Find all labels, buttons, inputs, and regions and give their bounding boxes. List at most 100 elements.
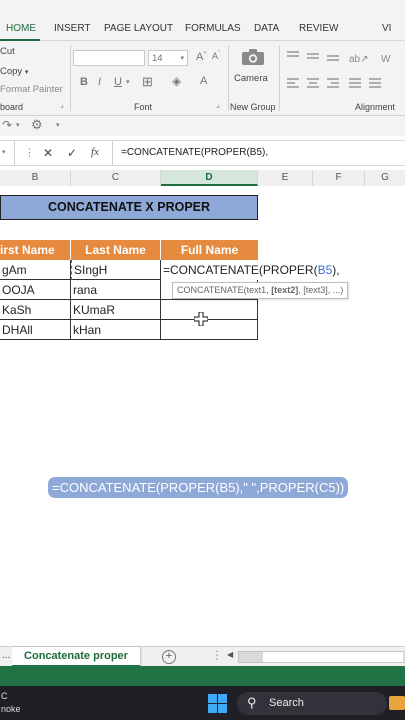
windows-taskbar: C noke ⚲ Search xyxy=(0,686,405,720)
tab-home[interactable]: HOME xyxy=(6,23,36,34)
column-header-g[interactable]: G xyxy=(365,170,405,186)
column-header-c[interactable]: C xyxy=(71,170,161,186)
formula-text-suffix: ), xyxy=(332,263,340,277)
worksheet-grid[interactable]: CONCATENATE X PROPER irst Name Last Name… xyxy=(0,186,405,646)
cell-cursor-icon xyxy=(193,311,209,327)
group-separator xyxy=(279,45,280,111)
tooltip-func: CONCATENATE(text1, xyxy=(177,285,272,295)
sheet-title-banner[interactable]: CONCATENATE X PROPER xyxy=(0,195,258,220)
function-argument-tooltip: CONCATENATE(text1, [text2], [text3], ...… xyxy=(172,282,349,299)
tab-formulas[interactable]: FORMULAS xyxy=(185,23,241,34)
copy-button[interactable]: Copy ▾ xyxy=(0,66,28,77)
taskbar-left-text-2: noke xyxy=(1,704,21,714)
column-header-b[interactable]: B xyxy=(0,170,71,186)
status-bar xyxy=(0,666,405,686)
tab-scroll-separator-icon: ⋮ xyxy=(211,648,223,662)
gear-icon[interactable]: ⚙ xyxy=(31,117,43,133)
tab-review[interactable]: REVIEW xyxy=(299,23,338,34)
formula-text-ref: B5 xyxy=(317,263,333,277)
sheet-tab-concatenate-proper[interactable]: Concatenate proper xyxy=(12,647,140,667)
header-last-name[interactable]: Last Name xyxy=(71,240,161,260)
copy-label: Copy xyxy=(0,66,23,77)
horizontal-scrollbar[interactable] xyxy=(238,651,405,663)
cell-first-name[interactable]: OOJA xyxy=(0,280,71,300)
font-size-value: 14 xyxy=(152,53,163,64)
column-header-d[interactable]: D xyxy=(161,170,258,186)
taskbar-app-icon[interactable] xyxy=(389,696,405,710)
format-painter-button[interactable]: Format Painter xyxy=(0,84,63,95)
grow-font-button[interactable]: A^ xyxy=(196,51,206,63)
tab-page-layout[interactable]: PAGE LAYOUT xyxy=(104,23,173,34)
insert-function-icon[interactable]: fx xyxy=(91,146,99,158)
cell-last-name[interactable]: SIngH xyxy=(71,260,161,280)
shrink-font-button[interactable]: Aˇ xyxy=(212,51,220,61)
windows-start-icon[interactable] xyxy=(208,694,227,713)
redo-icon[interactable]: ↷ xyxy=(2,118,12,132)
taskbar-search-box[interactable]: ⚲ Search xyxy=(237,692,387,715)
cell-first-name[interactable]: DHAll xyxy=(0,320,71,340)
tab-insert[interactable]: INSERT xyxy=(54,23,91,34)
more-sheets-button[interactable]: ... xyxy=(2,650,10,661)
alignment-buttons: ab↗ W xyxy=(285,49,400,97)
camera-icon[interactable] xyxy=(241,48,265,66)
tooltip-rest: , [text3], ...) xyxy=(298,285,344,295)
camera-button[interactable]: Camera xyxy=(234,73,268,84)
name-box[interactable]: ▾ xyxy=(0,141,15,165)
taskbar-left-text-1: C xyxy=(1,691,8,701)
cell-last-name[interactable]: KUmaR xyxy=(71,300,161,320)
formula-highlight-label: =CONCATENATE(PROPER(B5)," ",PROPER(C5)) xyxy=(48,477,349,498)
dialog-launcher-icon[interactable]: ⌟ xyxy=(216,100,220,109)
cell-full-name[interactable] xyxy=(161,300,258,320)
font-size-combo[interactable]: 14 ▾ xyxy=(148,50,188,66)
enter-icon[interactable]: ✓ xyxy=(67,146,77,160)
tab-view[interactable]: VI xyxy=(382,23,391,34)
fill-color-icon[interactable]: ◈ xyxy=(172,74,181,88)
cell-first-name[interactable]: gAm xyxy=(0,260,71,280)
dialog-launcher-icon[interactable]: ⌟ xyxy=(60,100,64,109)
new-group-label: New Group xyxy=(230,102,276,112)
underline-button[interactable]: U xyxy=(114,76,122,88)
ribbon-body: Cut Copy ▾ Format Painter board ⌟ 14 ▾ A^… xyxy=(0,41,405,116)
tab-data[interactable]: DATA xyxy=(254,23,279,34)
font-group-label: Font xyxy=(134,102,153,112)
italic-button[interactable]: I xyxy=(98,76,101,88)
header-full-name[interactable]: Full Name xyxy=(161,240,258,260)
chevron-down-icon: ▾ xyxy=(2,149,6,156)
chevron-down-icon[interactable]: ▾ xyxy=(16,121,20,129)
cell-editing-formula[interactable]: =CONCATENATE(PROPER(B5), xyxy=(161,260,340,280)
add-sheet-button[interactable]: + xyxy=(162,650,176,664)
cell-last-name[interactable]: rana xyxy=(71,280,161,300)
cut-button[interactable]: Cut xyxy=(0,46,15,57)
scroll-left-icon[interactable]: ◀ xyxy=(227,650,233,659)
window-top-strip xyxy=(0,0,405,20)
chevron-down-icon: ▾ xyxy=(24,69,29,76)
font-name-combo[interactable] xyxy=(73,50,145,66)
cell-full-name[interactable] xyxy=(161,320,258,340)
formula-bar: ▾ ⋮ ✕ ✓ fx =CONCATENATE(PROPER(B5), xyxy=(0,140,405,166)
chevron-down-icon[interactable]: ▾ xyxy=(56,121,60,129)
tooltip-active-arg: [text2] xyxy=(271,285,299,295)
clipboard-group-label: board xyxy=(0,102,24,112)
sheet-tab-label: Concatenate proper xyxy=(24,650,128,662)
header-first-name[interactable]: irst Name xyxy=(0,240,71,260)
cancel-icon[interactable]: ✕ xyxy=(43,146,53,160)
formula-input[interactable]: =CONCATENATE(PROPER(B5), xyxy=(112,141,405,165)
group-separator xyxy=(70,45,71,111)
column-header-e[interactable]: E xyxy=(258,170,313,186)
cell-last-name[interactable]: kHan xyxy=(71,320,161,340)
chevron-down-icon: ▾ xyxy=(180,55,184,62)
sheet-tabs-bar: ... Concatenate proper + ⋮ ◀ xyxy=(0,646,405,667)
group-separator xyxy=(228,45,229,111)
chevron-down-icon[interactable]: ▾ xyxy=(126,78,130,86)
bold-button[interactable]: B xyxy=(80,76,88,88)
alignment-group-label: Alignment xyxy=(355,102,396,112)
search-icon: ⚲ xyxy=(247,695,257,710)
column-headers: B C D E F G xyxy=(0,170,405,187)
borders-icon[interactable]: ⊞ xyxy=(142,74,153,90)
font-color-icon[interactable]: A xyxy=(200,75,207,87)
cell-first-name[interactable]: KaSh xyxy=(0,300,71,320)
ribbon-tabs: HOME INSERT PAGE LAYOUT FORMULAS DATA RE… xyxy=(0,20,405,41)
column-header-f[interactable]: F xyxy=(313,170,365,186)
scrollbar-thumb[interactable] xyxy=(263,652,403,662)
svg-text:W: W xyxy=(381,54,391,65)
